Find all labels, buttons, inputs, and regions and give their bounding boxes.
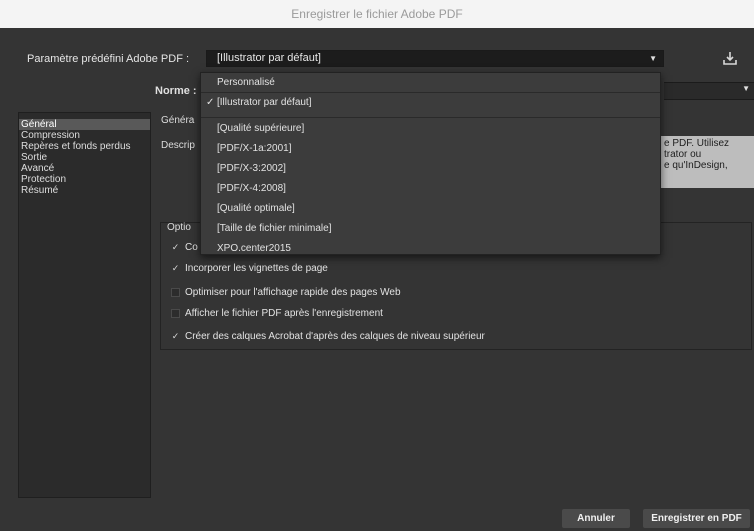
save-pdf-dialog: Paramètre prédéfini Adobe PDF : [Illustr… <box>0 28 754 531</box>
sidebar: Général Compression Repères et fonds perdu… <box>18 112 151 498</box>
option-row[interactable]: ✓ Co <box>171 240 198 254</box>
description-label: Descrip <box>161 140 195 151</box>
sidebar-item-5[interactable]: Protection <box>19 174 150 185</box>
dropdown-item[interactable]: [Qualité supérieure] <box>201 120 660 137</box>
dropdown-item[interactable]: [Qualité optimale] <box>201 200 660 217</box>
dropdown-item-label: [Qualité supérieure] <box>217 123 305 134</box>
option-row[interactable]: Afficher le fichier PDF après l'enregist… <box>171 306 383 320</box>
dropdown-item[interactable]: XPO.center2015 <box>201 240 660 257</box>
sidebar-list: Général Compression Repères et fonds perdu… <box>19 113 150 196</box>
option-label: Afficher le fichier PDF après l'enregist… <box>185 307 383 319</box>
option-label: Créer des calques Acrobat d'après des ca… <box>185 330 485 342</box>
option-checkbox[interactable] <box>171 287 180 297</box>
preset-row: Paramètre prédéfini Adobe PDF : <box>27 50 189 68</box>
sidebar-item-3[interactable]: Sortie <box>19 152 150 163</box>
sidebar-item-1[interactable]: Compression <box>19 130 150 141</box>
sidebar-item-0[interactable]: Général <box>19 119 150 130</box>
window-title: Enregistrer le fichier Adobe PDF <box>0 0 754 28</box>
dropdown-item-label: [PDF/X-1a:2001] <box>217 143 292 154</box>
option-label: Co <box>185 241 198 253</box>
preset-select-value: [Illustrator par défaut] <box>217 52 321 64</box>
chevron-down-icon: ▼ <box>742 84 750 93</box>
cancel-button[interactable]: Annuler <box>562 509 630 528</box>
preset-select[interactable]: [Illustrator par défaut] ▼ <box>206 50 664 67</box>
save-preset-icon[interactable] <box>722 50 738 66</box>
option-row[interactable]: Optimiser pour l'affichage rapide des pa… <box>171 285 401 299</box>
dropdown-item-label: [Qualité optimale] <box>217 203 295 214</box>
dropdown-item-label: Personnalisé <box>217 77 275 88</box>
dropdown-item[interactable]: ✓ [Illustrator par défaut] <box>201 94 660 111</box>
preset-dropdown-menu: Personnalisé ✓ [Illustrator par défaut] [Qu… <box>200 72 661 255</box>
option-label: Incorporer les vignettes de page <box>185 262 328 274</box>
dropdown-item-label: [Taille de fichier minimale] <box>217 223 332 234</box>
sidebar-item-6[interactable]: Résumé <box>19 185 150 196</box>
option-checkbox[interactable]: ✓ <box>171 331 180 341</box>
description-text: e PDF. Utilisez trator ou e qu'InDesign, <box>660 136 754 188</box>
option-row[interactable]: ✓ Incorporer les vignettes de page <box>171 261 328 275</box>
dropdown-item[interactable]: [PDF/X-4:2008] <box>201 180 660 197</box>
dropdown-item-label: [PDF/X-3:2002] <box>217 163 286 174</box>
dropdown-item-label: [PDF/X-4:2008] <box>217 183 286 194</box>
option-checkbox[interactable] <box>171 308 180 318</box>
section-heading: Généra <box>161 115 195 126</box>
option-label: Optimiser pour l'affichage rapide des pa… <box>185 286 401 298</box>
dropdown-item-label: XPO.center2015 <box>217 243 291 254</box>
save-pdf-button[interactable]: Enregistrer en PDF <box>643 509 750 528</box>
sidebar-item-2[interactable]: Repères et fonds perdus <box>19 141 150 152</box>
options-heading: Optio <box>167 222 191 233</box>
dropdown-item[interactable]: [Taille de fichier minimale] <box>201 220 660 237</box>
preset-label: Paramètre prédéfini Adobe PDF : <box>27 53 190 65</box>
dropdown-separator <box>201 92 660 93</box>
checkmark-icon: ✓ <box>206 97 215 108</box>
norme-select[interactable]: ▼ <box>664 82 754 100</box>
norme-label: Norme : <box>155 85 197 97</box>
chevron-down-icon: ▼ <box>649 54 657 63</box>
sidebar-item-4[interactable]: Avancé <box>19 163 150 174</box>
dropdown-item[interactable]: Personnalisé <box>201 74 660 91</box>
dropdown-item[interactable]: [PDF/X-3:2002] <box>201 160 660 177</box>
option-checkbox[interactable]: ✓ <box>171 242 180 252</box>
option-row[interactable]: ✓ Créer des calques Acrobat d'après des c… <box>171 329 485 343</box>
dropdown-item[interactable]: [PDF/X-1a:2001] <box>201 140 660 157</box>
dropdown-separator <box>201 117 660 118</box>
option-checkbox[interactable]: ✓ <box>171 263 180 273</box>
dropdown-item-label: [Illustrator par défaut] <box>217 97 312 108</box>
